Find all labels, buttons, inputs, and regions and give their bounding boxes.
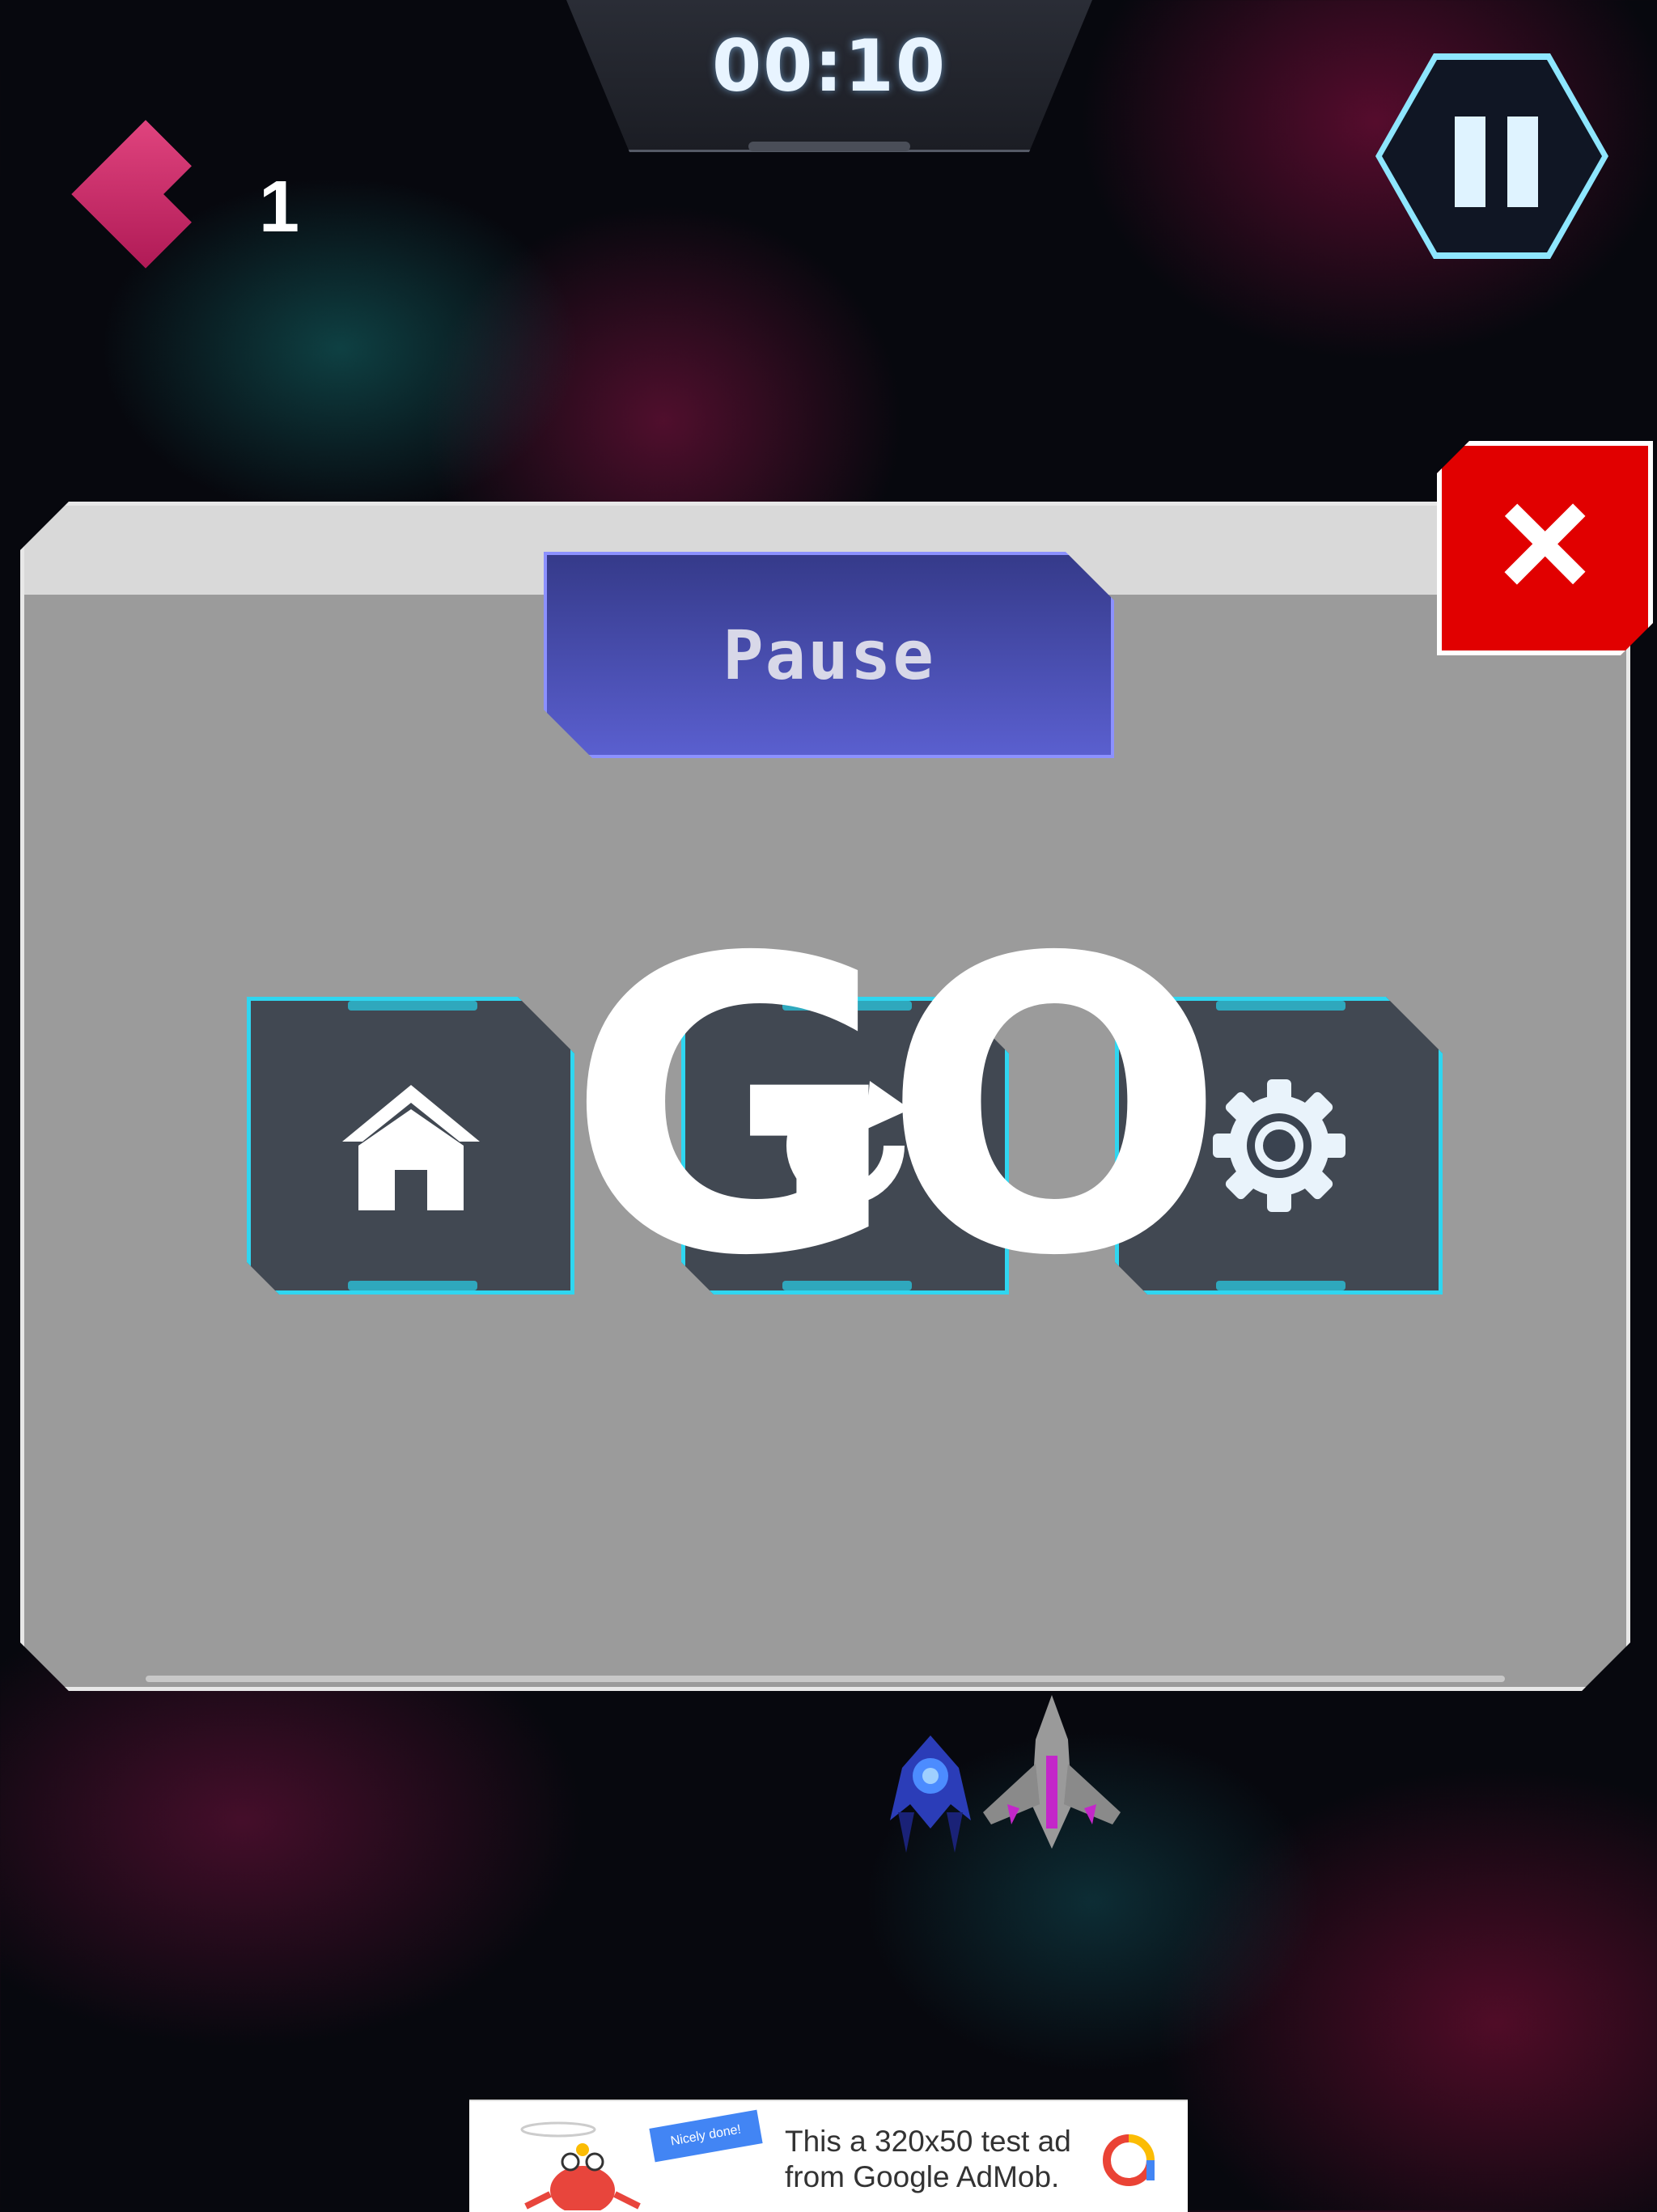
pause-button[interactable] xyxy=(1375,53,1608,259)
home-icon xyxy=(338,1077,484,1214)
timer-panel: 00:10 xyxy=(566,0,1092,152)
close-button[interactable]: × xyxy=(1437,441,1653,655)
ad-mascot-icon xyxy=(520,2121,641,2210)
timer-text: 00:10 xyxy=(711,24,947,108)
dialog-title: Pause xyxy=(723,616,935,695)
dialog-bottom-line xyxy=(146,1676,1505,1682)
ad-text-line1: This a 320x50 test ad xyxy=(785,2125,1071,2158)
timer-notch xyxy=(748,142,910,151)
player-ship xyxy=(983,1695,1121,1849)
pause-icon xyxy=(1382,60,1602,252)
home-button[interactable] xyxy=(247,997,574,1295)
ad-ribbon: Nicely done! xyxy=(649,2109,763,2163)
heart-icon xyxy=(71,120,220,269)
admob-logo-icon xyxy=(1103,2134,1155,2186)
close-icon: × xyxy=(1498,452,1592,633)
pause-bar-left xyxy=(1455,117,1485,207)
dialog-title-tab: Pause xyxy=(544,552,1114,758)
drone-ship xyxy=(890,1735,971,1853)
ad-banner[interactable]: Nicely done! This a 320x50 test ad from … xyxy=(469,2100,1188,2212)
ad-text: This a 320x50 test ad from Google AdMob. xyxy=(785,2124,1108,2195)
gear-icon xyxy=(1206,1073,1352,1218)
pause-bar-right xyxy=(1507,117,1538,207)
ad-text-line2: from Google AdMob. xyxy=(785,2160,1060,2193)
lives-count: 1 xyxy=(259,167,300,248)
go-countdown-text: GO xyxy=(566,873,1226,1344)
